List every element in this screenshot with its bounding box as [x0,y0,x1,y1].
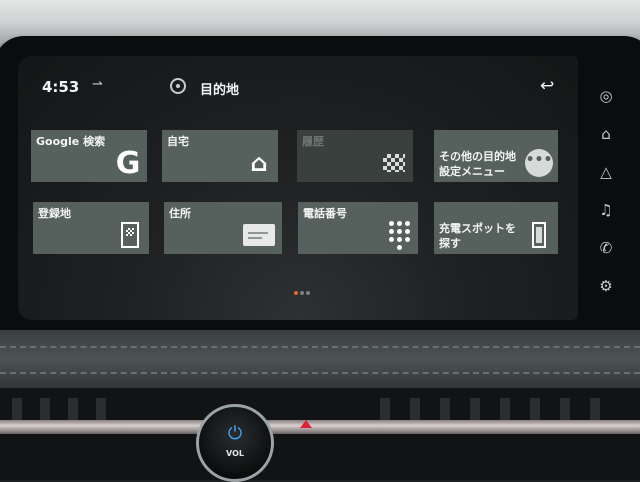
navigation-arrow-icon[interactable]: △ [592,160,620,184]
volume-label: VOL [226,449,244,458]
address-book-icon [115,218,145,252]
music-icon[interactable]: ♫ [592,198,620,222]
page-dot [300,291,304,295]
side-rail: ◎ ⌂ △ ♫ ✆ ⚙ [582,72,630,304]
dash-leather-trim [0,330,640,390]
tile-home[interactable]: 自宅 ⌂ [162,130,278,182]
stitching [0,372,640,374]
pagination-dots [294,280,312,299]
infotainment-screen: 4:53 ⇀ 目的地 ↩ Google 検索 G 自宅 ⌂ 履歴 その他の目的地… [18,56,578,320]
status-bar: 4:53 ⇀ 目的地 ↩ [18,56,578,116]
google-g-icon: G [115,145,141,181]
charging-station-icon [524,218,554,252]
tile-label: 電話番号 [303,207,347,220]
tile-phone-number[interactable]: 電話番号 [298,202,418,254]
page-dot-active [294,291,298,295]
tile-label: Google 検索 [36,135,106,148]
back-arrow-icon[interactable]: ↩ [540,76,554,96]
tile-address[interactable]: 住所 [164,202,282,254]
clock: 4:53 [42,78,80,96]
address-card-icon [240,218,278,252]
home-icon[interactable]: ⌂ [592,122,620,146]
tile-other-destination-menu[interactable]: その他の目的地 設定メニュー ••• [434,130,558,182]
tile-label: 充電スポットを 探す [439,222,516,250]
tile-label: その他の目的地 設定メニュー [439,150,516,178]
power-volume-knob[interactable]: ⏻ VOL [196,404,274,482]
page-title: 目的地 [200,83,240,98]
tile-label: 自宅 [167,135,189,148]
tile-history: 履歴 [297,130,413,182]
vehicle-settings-icon[interactable]: ⚙ [592,274,620,298]
chrome-trim [0,420,640,434]
tile-find-charging-spot[interactable]: 充電スポットを 探す [434,202,558,254]
tile-label: 登録地 [38,207,71,220]
phone-icon[interactable]: ✆ [592,236,620,260]
navigation-icon [170,78,186,94]
checkered-flag-icon [379,146,409,180]
home-icon: ⌂ [250,148,268,177]
power-icon: ⏻ [227,423,243,444]
map-icon[interactable]: ◎ [592,84,620,108]
tile-registered-places[interactable]: 登録地 [33,202,149,254]
more-dots-icon: ••• [524,146,554,180]
page-dot [306,291,310,295]
tile-label: 住所 [169,207,191,220]
stitching [0,346,640,348]
tile-label: 履歴 [302,135,324,148]
car-icon: ⇀ [92,77,103,92]
keypad-icon [384,218,414,252]
tile-google-search[interactable]: Google 検索 G [31,130,147,182]
